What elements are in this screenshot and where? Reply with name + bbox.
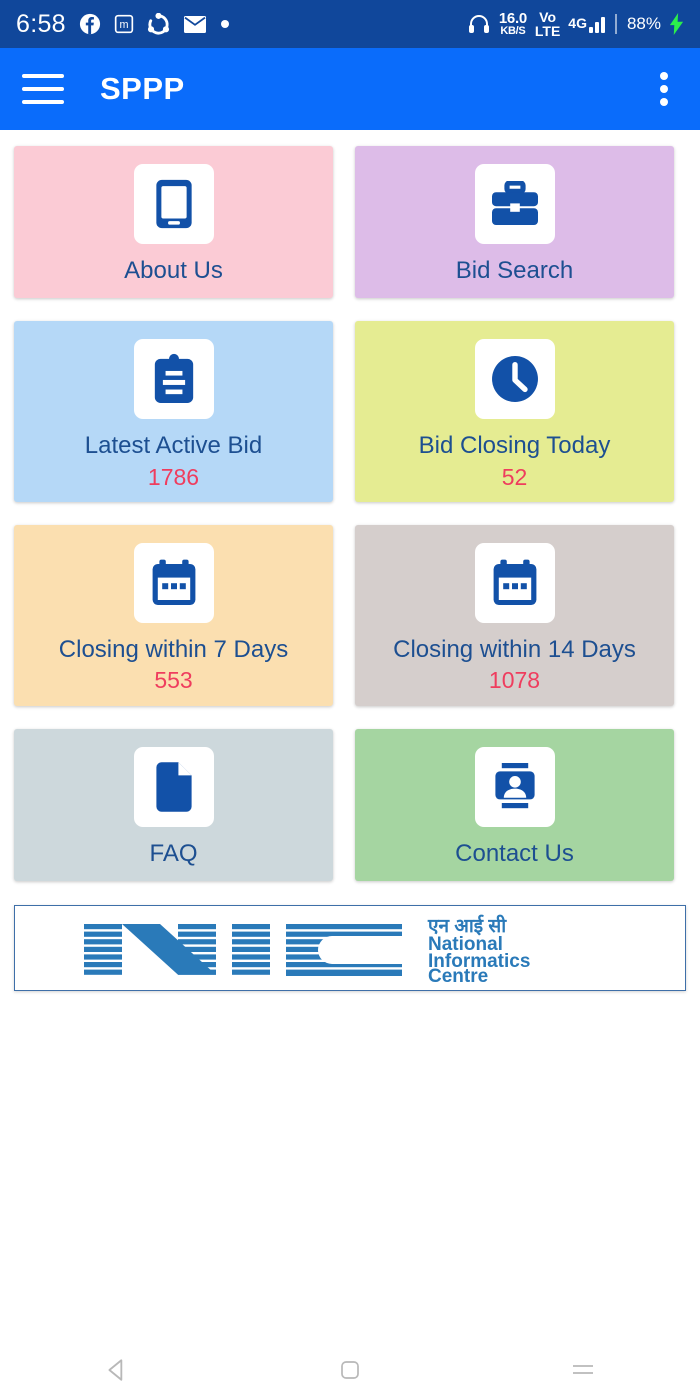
card-label: Bid Search (455, 257, 574, 284)
bolt-icon (669, 13, 684, 35)
status-bar-right: 16.0 KB/S Vo LTE 4G 88% (467, 10, 684, 38)
back-triangle-icon[interactable] (87, 1350, 147, 1390)
card-bid-search[interactable]: Bid Search (355, 146, 674, 299)
android-nav-bar (0, 1340, 700, 1400)
battery-percent: 88% (626, 14, 661, 33)
nic-logo-icon: एन आई सी National Informatics Centre (84, 914, 530, 984)
contact-card-icon (494, 762, 535, 808)
icon-tile (133, 339, 214, 420)
status-divider (614, 14, 617, 34)
status-bar: 6:58 m 16.0 KB/S Vo LTE 4G 88% (0, 0, 700, 48)
card-about-us[interactable]: About Us (14, 146, 333, 299)
headset-icon (467, 13, 491, 35)
signal-bars-icon (588, 15, 605, 33)
card-count: 1786 (147, 463, 200, 490)
card-label: Latest Active Bid (84, 432, 263, 460)
clock-icon (491, 356, 538, 403)
network-speed: 16.0 KB/S (499, 11, 527, 37)
icon-tile (474, 746, 555, 827)
facebook-icon (79, 13, 101, 35)
icon-tile (133, 543, 214, 624)
calendar-icon (493, 559, 536, 606)
card-label: FAQ (149, 839, 198, 867)
card-closing-within-7-days[interactable]: Closing within 7 Days 553 (14, 525, 333, 706)
card-count: 52 (501, 463, 528, 490)
smartphone-icon (155, 179, 192, 229)
signal-indicator: 4G (568, 15, 605, 33)
icon-tile (133, 746, 214, 827)
volte-line-2: LTE (534, 23, 561, 39)
calendar-icon (152, 559, 195, 606)
card-count: 1078 (488, 667, 541, 694)
icon-tile (474, 164, 555, 244)
card-label: Bid Closing Today (418, 432, 611, 460)
home-square-icon[interactable] (320, 1350, 380, 1390)
card-latest-active-bid[interactable]: Latest Active Bid 1786 (14, 321, 333, 503)
nic-line-3: Centre (428, 966, 488, 984)
briefcase-icon (491, 181, 538, 225)
hamburger-menu-icon[interactable] (22, 74, 64, 104)
card-label: Contact Us (455, 839, 574, 867)
app-bar: SPPP (0, 48, 700, 130)
network-speed-unit: KB/S (500, 25, 526, 37)
card-contact-us[interactable]: Contact Us (355, 728, 674, 882)
dashboard-grid: About Us Bid Search Latest Active Bid 17… (14, 146, 686, 882)
more-vertical-icon[interactable] (660, 72, 670, 106)
card-faq[interactable]: FAQ (14, 728, 333, 882)
card-count: 553 (154, 667, 193, 694)
icon-tile (474, 543, 555, 624)
signal-label: 4G (568, 15, 587, 31)
svg-text:m: m (119, 19, 128, 31)
icon-tile (133, 164, 214, 244)
card-label: Closing within 14 Days (393, 636, 636, 664)
document-icon (155, 761, 192, 812)
status-clock: 6:58 (16, 9, 66, 38)
card-bid-closing-today[interactable]: Bid Closing Today 52 (355, 321, 674, 503)
volte-indicator: Vo LTE (535, 10, 560, 38)
page-title: SPPP (100, 71, 185, 106)
volte-line-1: Vo (539, 9, 556, 25)
icon-tile (474, 339, 555, 420)
clipboard-icon (154, 354, 193, 404)
sync-icon (147, 12, 170, 36)
mail-icon (183, 15, 207, 34)
card-closing-within-14-days[interactable]: Closing within 14 Days 1078 (355, 525, 674, 706)
dot-icon (220, 19, 230, 29)
main-content: About Us Bid Search Latest Active Bid 17… (0, 130, 700, 992)
network-speed-value: 16.0 (498, 10, 527, 27)
status-bar-left: 6:58 m (16, 10, 467, 39)
card-label: Closing within 7 Days (58, 636, 289, 664)
card-label: About Us (124, 257, 223, 284)
m-badge-icon: m (114, 14, 134, 34)
recents-lines-icon[interactable] (553, 1350, 613, 1390)
nic-logo-banner[interactable]: एन आई सी National Informatics Centre (14, 905, 686, 992)
